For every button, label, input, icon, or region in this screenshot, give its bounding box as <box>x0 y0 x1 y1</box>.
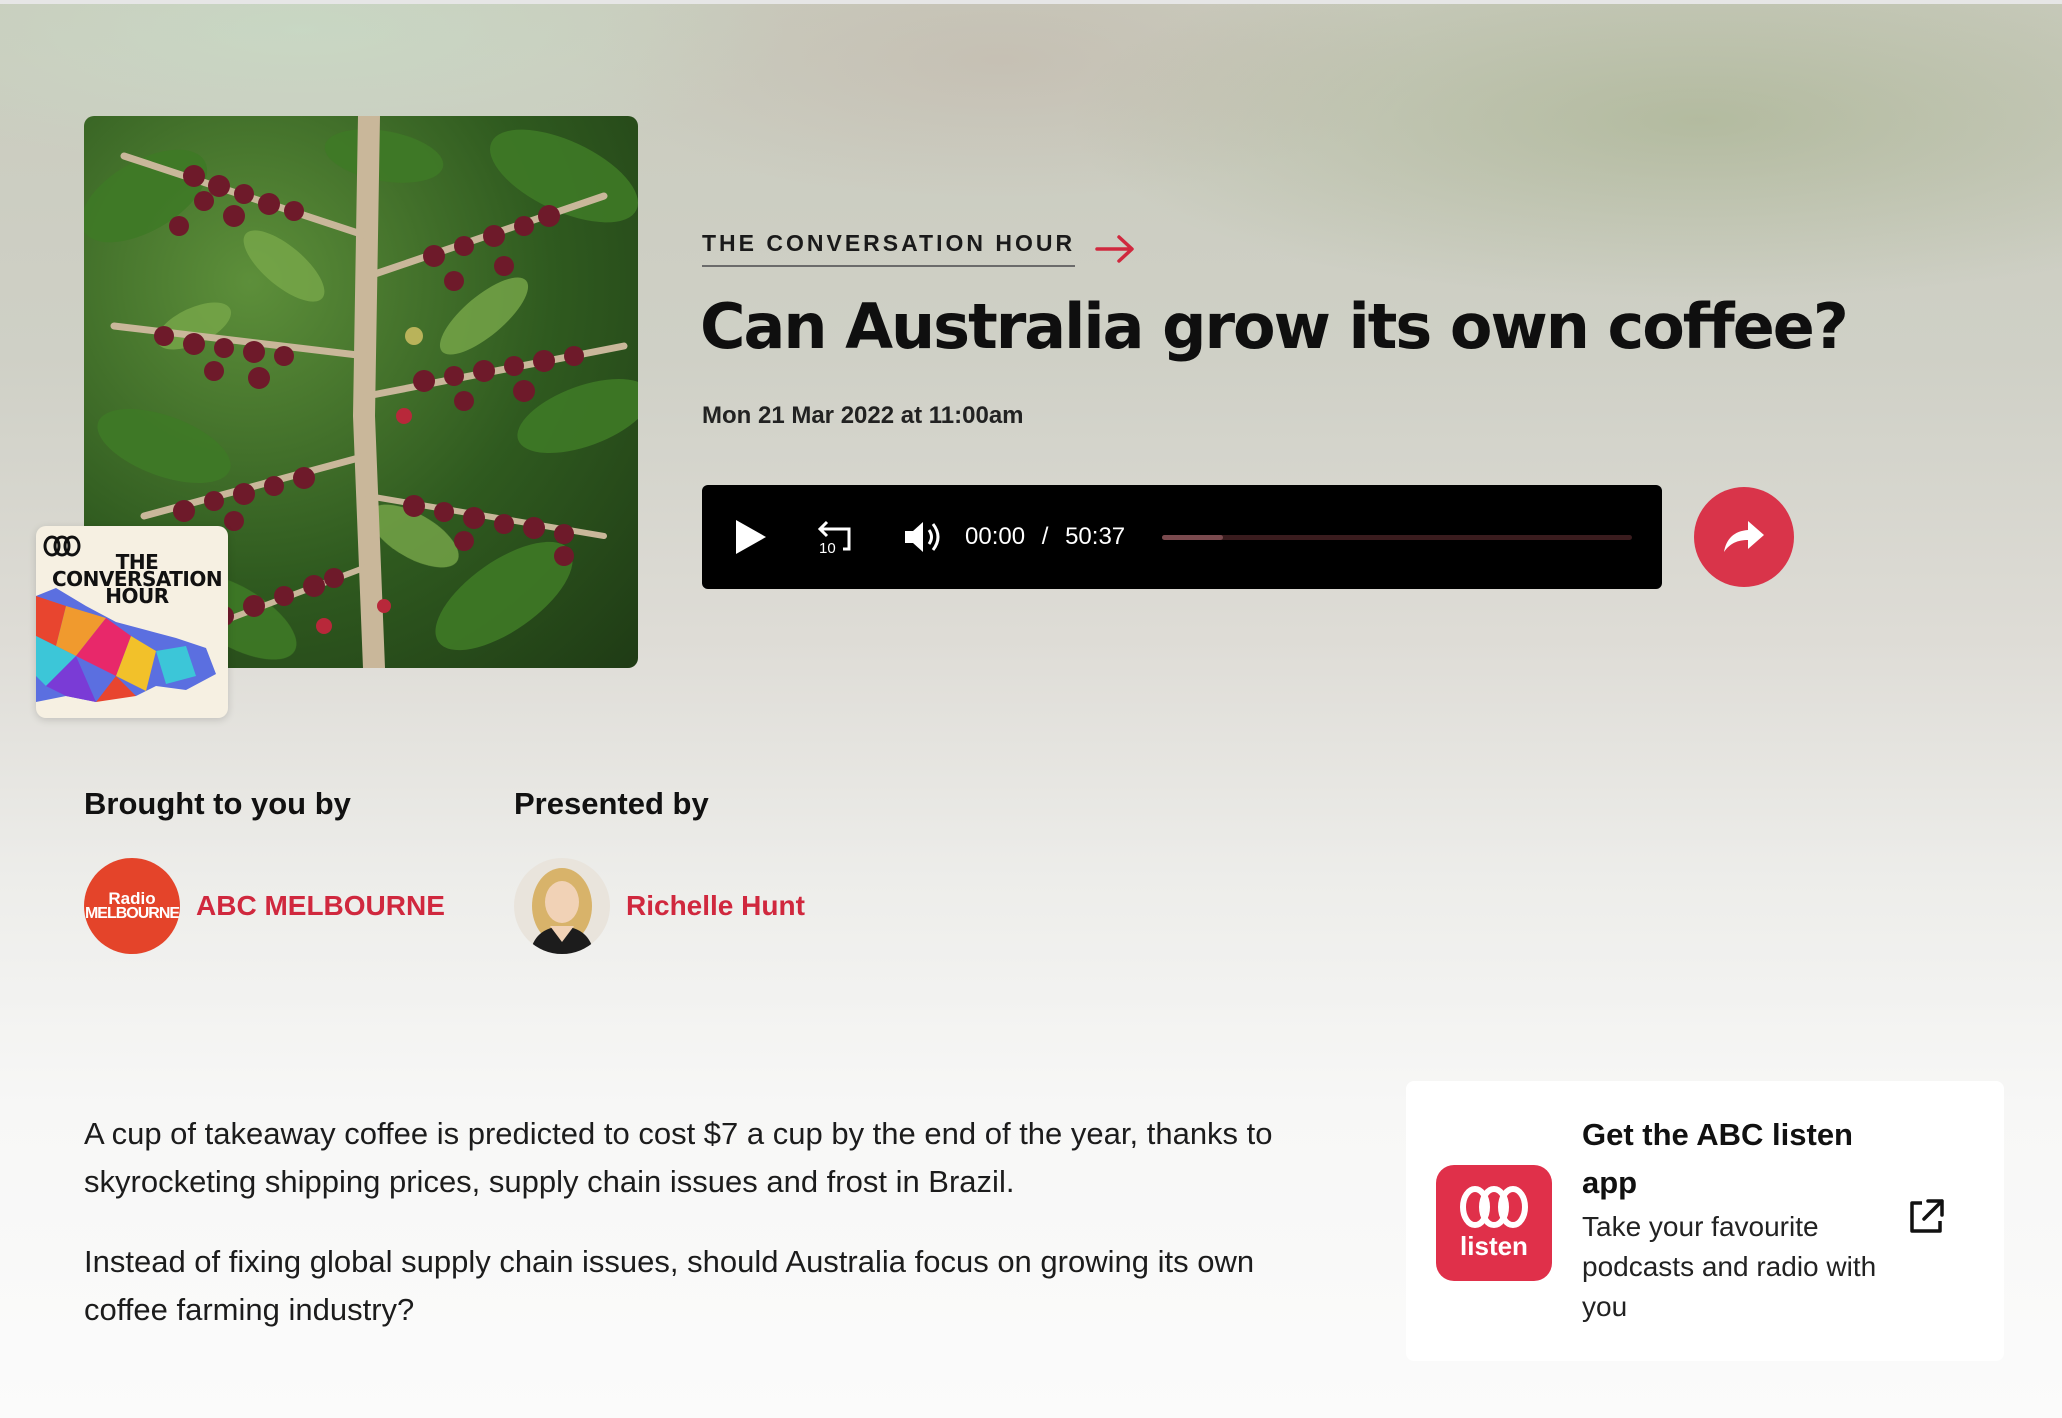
volume-button[interactable] <box>898 485 948 589</box>
external-link-icon[interactable] <box>1906 1197 1946 1242</box>
presenter-name-link[interactable]: Richelle Hunt <box>626 890 805 922</box>
progress-fill <box>1162 535 1224 540</box>
episode-description: A cup of takeaway coffee is predicted to… <box>84 1110 1334 1366</box>
rewind-button[interactable]: 10 <box>808 485 858 589</box>
episode-date: Mon 21 Mar 2022 at 11:00am <box>702 402 1024 429</box>
time-separator: / <box>1041 523 1049 550</box>
description-paragraph-1: A cup of takeaway coffee is predicted to… <box>84 1116 1273 1199</box>
play-icon <box>736 520 766 554</box>
share-button[interactable] <box>1694 487 1794 587</box>
presented-by-heading: Presented by <box>514 786 709 821</box>
program-badge[interactable]: THE CONVERSATION HOUR <box>36 526 228 718</box>
station-name-link[interactable]: ABC MELBOURNE <box>196 890 445 922</box>
arrow-right-icon[interactable] <box>1095 234 1135 264</box>
volume-icon <box>905 522 940 552</box>
episode-title: Can Australia grow its own coffee? <box>700 290 1849 363</box>
rewind-10-icon: 10 <box>817 520 851 557</box>
top-border <box>0 0 2062 4</box>
presenter-avatar[interactable] <box>514 858 610 954</box>
presenter-credit[interactable]: Richelle Hunt <box>514 858 805 954</box>
abc-listen-logo-icon: listen <box>1436 1165 1552 1281</box>
time-readout: 00:00 / 50:37 <box>965 523 1125 551</box>
current-time: 00:00 <box>965 523 1026 550</box>
progress-bar[interactable] <box>1162 535 1632 540</box>
rewind-label: 10 <box>819 540 836 557</box>
abc-logo-line2: MELBOURNE <box>84 905 180 922</box>
share-icon <box>1724 521 1764 552</box>
app-card-title: Get the ABC listen app <box>1582 1117 1853 1200</box>
play-button[interactable] <box>726 485 776 589</box>
station-credit[interactable]: Radio MELBOURNE ABC MELBOURNE <box>84 858 445 954</box>
abc-melbourne-logo[interactable]: Radio MELBOURNE <box>84 858 180 954</box>
app-card-subtitle: Take your favourite podcasts and radio w… <box>1582 1211 1877 1322</box>
duration: 50:37 <box>1065 523 1126 550</box>
app-icon-word: listen <box>1460 1230 1528 1261</box>
program-link[interactable]: THE CONVERSATION HOUR <box>702 230 1135 267</box>
abc-logo-line1: Radio <box>108 889 156 908</box>
description-paragraph-2: Instead of fixing global supply chain is… <box>84 1244 1255 1327</box>
badge-title: THE CONVERSATION HOUR <box>52 550 223 608</box>
brought-by-heading: Brought to you by <box>84 786 351 821</box>
abc-listen-app-card[interactable]: listen Get the ABC listen app Take your … <box>1406 1081 2004 1361</box>
audio-player: 10 00:00 / 50:37 <box>702 485 1662 589</box>
program-name[interactable]: THE CONVERSATION HOUR <box>702 230 1076 267</box>
